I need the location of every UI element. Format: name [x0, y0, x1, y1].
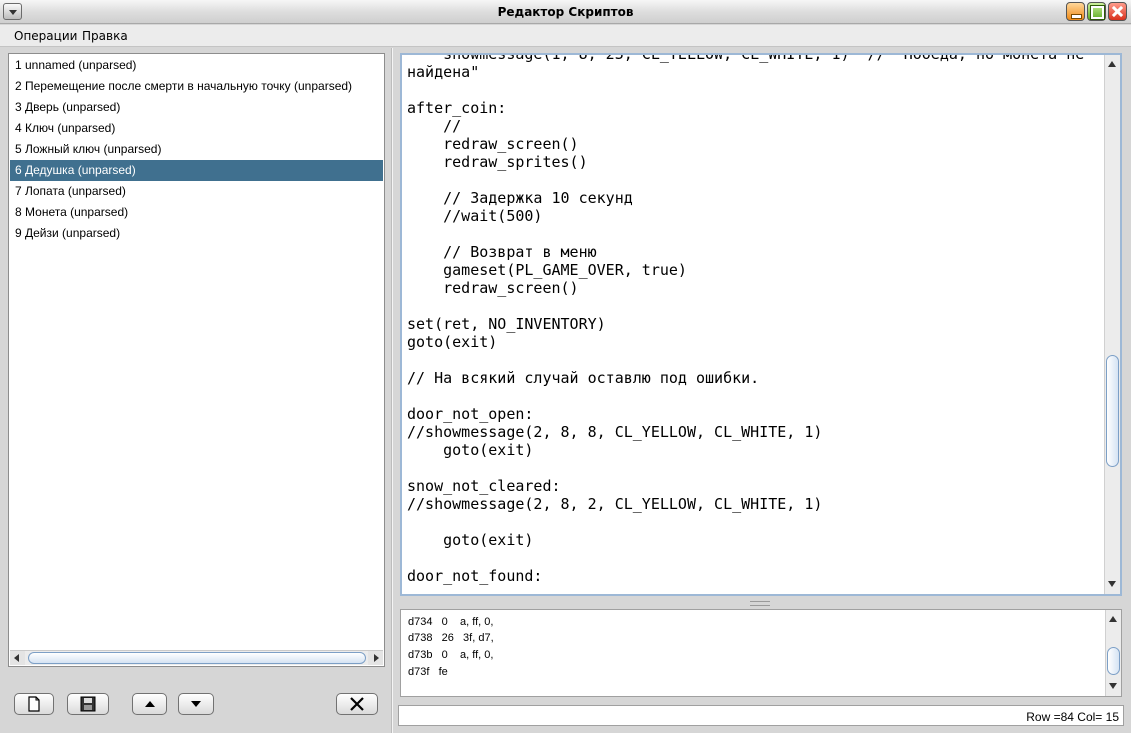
list-item[interactable]: 1 unnamed (unparsed) — [10, 55, 383, 76]
maximize-icon[interactable] — [1087, 2, 1106, 21]
title-bar: Редактор Скриптов — [0, 0, 1131, 24]
save-script-button[interactable] — [67, 693, 109, 715]
scroll-thumb[interactable] — [28, 652, 366, 664]
script-list: 1 unnamed (unparsed) 2 Перемещение после… — [8, 53, 385, 667]
code-editor[interactable]: showmessage(1, 8, 23, CL_YELLOW, CL_WHIT… — [400, 53, 1122, 596]
code-text[interactable]: showmessage(1, 8, 23, CL_YELLOW, CL_WHIT… — [407, 55, 1103, 585]
close-x-icon — [350, 697, 364, 711]
bytecode-output[interactable]: d734 0 a, ff, 0, d738 26 3f, d7, d73b 0 … — [400, 609, 1122, 697]
output-line: d738 26 3f, d7, — [408, 632, 494, 644]
move-up-button[interactable] — [132, 693, 167, 715]
panel-divider[interactable] — [391, 48, 393, 733]
move-down-button[interactable] — [178, 693, 214, 715]
pane-splitter[interactable] — [400, 598, 1122, 607]
cursor-position: Row =84 Col= 15 — [1026, 710, 1119, 724]
close-window-icon[interactable] — [1108, 2, 1127, 21]
list-item[interactable]: 7 Лопата (unparsed) — [10, 181, 383, 202]
list-item[interactable]: 8 Монета (unparsed) — [10, 202, 383, 223]
menu-operations[interactable]: Операции — [14, 29, 77, 43]
minimize-icon[interactable] — [1066, 2, 1085, 21]
list-item[interactable]: 9 Дейзи (unparsed) — [10, 223, 383, 244]
scroll-up-icon[interactable] — [1105, 57, 1120, 72]
new-script-button[interactable] — [14, 693, 54, 715]
output-vertical-scrollbar[interactable] — [1105, 610, 1121, 696]
status-bar: Row =84 Col= 15 — [398, 705, 1124, 726]
scroll-down-icon[interactable] — [1105, 577, 1120, 592]
output-line: d73b 0 a, ff, 0, — [408, 649, 494, 661]
list-item[interactable]: 5 Ложный ключ (unparsed) — [10, 139, 383, 160]
scroll-thumb[interactable] — [1106, 355, 1119, 467]
new-file-icon — [28, 696, 40, 712]
scroll-left-icon[interactable] — [10, 651, 25, 665]
window-title: Редактор Скриптов — [497, 5, 634, 19]
list-item[interactable]: 2 Перемещение после смерти в начальную т… — [10, 76, 383, 97]
scroll-right-icon[interactable] — [368, 651, 383, 665]
scroll-up-icon[interactable] — [1106, 612, 1121, 627]
scroll-down-icon[interactable] — [1106, 679, 1121, 694]
list-horizontal-scrollbar[interactable] — [10, 650, 383, 665]
arrow-down-icon — [191, 701, 201, 707]
menu-bar: Операции Правка — [0, 25, 1131, 47]
output-line: d73f fe — [408, 666, 448, 678]
list-item[interactable]: 4 Ключ (unparsed) — [10, 118, 383, 139]
output-line: d734 0 a, ff, 0, — [408, 616, 494, 628]
arrow-up-icon — [144, 701, 155, 707]
editor-vertical-scrollbar[interactable] — [1104, 55, 1120, 594]
list-item-selected[interactable]: 6 Дедушка (unparsed) — [10, 160, 383, 181]
list-item[interactable]: 3 Дверь (unparsed) — [10, 97, 383, 118]
menu-edit[interactable]: Правка — [82, 29, 128, 43]
scroll-thumb[interactable] — [1107, 647, 1120, 675]
floppy-disk-icon — [80, 696, 96, 712]
delete-script-button[interactable] — [336, 693, 378, 715]
